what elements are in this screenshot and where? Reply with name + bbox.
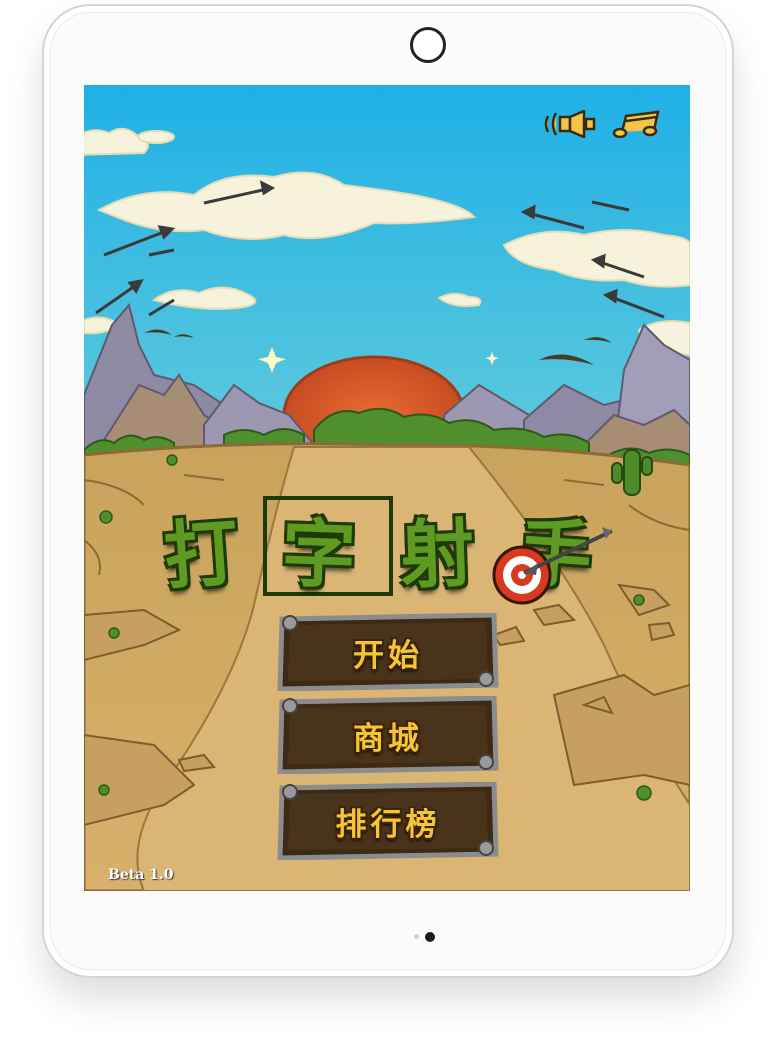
music-toggle-button[interactable]: [612, 110, 664, 138]
version-label: Beta 1.0: [108, 867, 174, 883]
front-camera: [410, 27, 446, 63]
leaderboard-button-label: 排行榜: [335, 806, 441, 843]
home-indicator: [425, 932, 435, 942]
ambient-sensor: [414, 934, 419, 939]
target-icon: [492, 527, 613, 605]
shop-button[interactable]: 商城: [276, 696, 500, 774]
leaderboard-button[interactable]: 排行榜: [276, 782, 500, 860]
title-char-1: 打: [161, 509, 242, 600]
game-title-logo: 打 字 射 手: [142, 493, 632, 605]
speaker-icon: [544, 110, 596, 138]
title-char-2: 字: [280, 510, 358, 599]
music-note-icon: [612, 110, 660, 138]
game-screen: 打 字 射 手 开始 商城 排行榜 Beta 1.0: [84, 85, 690, 891]
start-button-label: 开始: [353, 637, 423, 674]
shop-button-label: 商城: [353, 720, 423, 757]
title-char-3: 射: [398, 510, 476, 599]
start-button[interactable]: 开始: [276, 613, 500, 691]
sound-toggle-button[interactable]: [542, 110, 600, 138]
